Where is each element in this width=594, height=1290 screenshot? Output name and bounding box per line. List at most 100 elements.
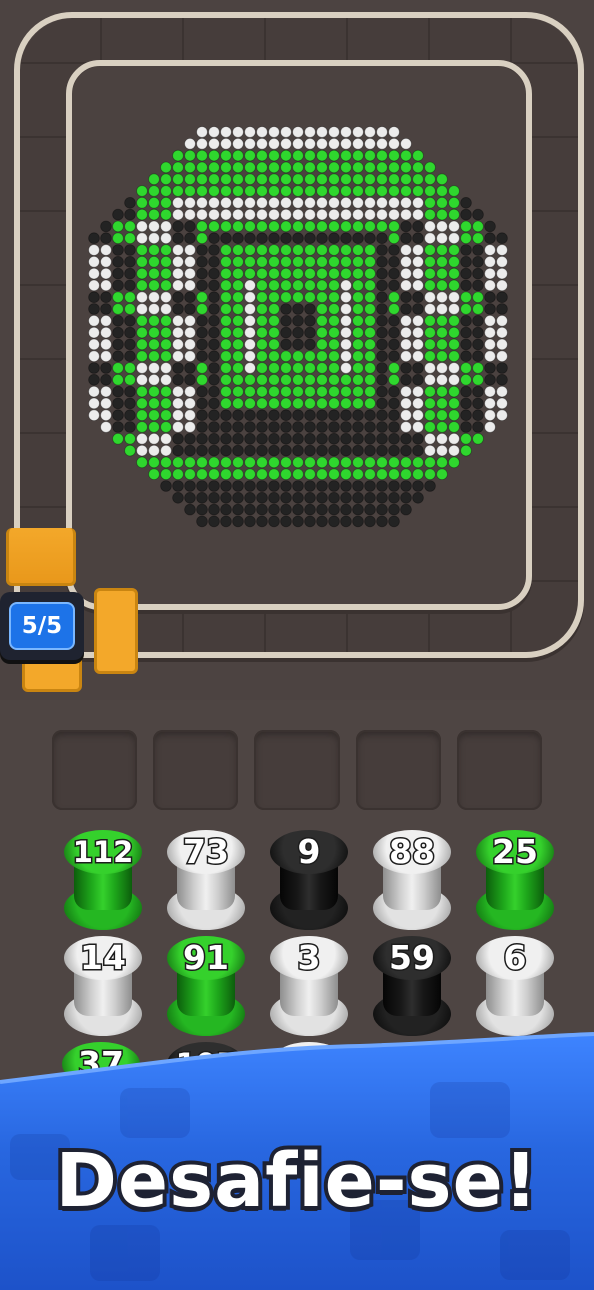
bead [88, 303, 100, 315]
bead [340, 503, 352, 516]
bead [160, 456, 172, 469]
spool[interactable]: 25 [474, 824, 556, 932]
bead [172, 326, 184, 339]
bead [112, 432, 124, 445]
spool[interactable]: 73 [165, 824, 247, 932]
bead [232, 385, 244, 398]
bead [388, 515, 400, 528]
bead [436, 220, 448, 233]
spool[interactable]: 88 [371, 824, 453, 932]
bead [220, 397, 232, 410]
bead [196, 291, 208, 304]
spool[interactable]: 112 [62, 824, 144, 932]
bead [268, 515, 280, 528]
bead [232, 279, 244, 292]
bead [196, 480, 208, 492]
empty-slot-5[interactable] [456, 730, 543, 810]
bead [400, 185, 412, 197]
bead [100, 279, 112, 292]
spool[interactable]: 91 [165, 930, 247, 1038]
bead [448, 232, 460, 244]
bead [112, 256, 124, 268]
bead [328, 149, 340, 162]
bead [292, 137, 304, 150]
bead [424, 456, 436, 469]
bead [88, 374, 100, 386]
bead [316, 208, 328, 221]
empty-slot-1[interactable] [52, 730, 138, 810]
bead [220, 149, 232, 162]
bead [316, 303, 328, 315]
bead [292, 409, 304, 422]
bead [352, 421, 364, 433]
spool[interactable]: 14 [62, 930, 144, 1038]
bead [196, 350, 208, 363]
bead [436, 208, 448, 221]
bead [352, 338, 364, 351]
bead [124, 432, 136, 445]
spool[interactable]: 9 [268, 824, 350, 932]
bead [256, 456, 268, 469]
bead [280, 244, 292, 256]
bead [328, 491, 340, 504]
spool-number: 91 [182, 938, 231, 977]
bead [196, 409, 208, 422]
spool[interactable]: 6 [474, 930, 556, 1038]
bead [280, 338, 292, 351]
bead [100, 315, 112, 327]
bead [148, 338, 160, 351]
bead [316, 444, 328, 457]
bead [388, 173, 400, 185]
bead [124, 315, 136, 327]
bead [352, 244, 364, 256]
bead [148, 173, 160, 185]
bead [316, 326, 328, 339]
bead [340, 315, 352, 327]
bead [472, 303, 484, 315]
bead [388, 456, 400, 469]
bead [196, 515, 208, 528]
spool[interactable]: 3 [268, 930, 350, 1038]
bead [268, 208, 280, 221]
bead [424, 480, 436, 492]
bead [124, 326, 136, 339]
bead [328, 338, 340, 351]
bead [376, 397, 388, 410]
bead [304, 232, 316, 244]
bead [304, 126, 316, 138]
bead [484, 303, 496, 315]
bead [448, 291, 460, 304]
bead [364, 197, 376, 209]
bead [424, 468, 436, 481]
bead [436, 421, 448, 433]
bead [352, 315, 364, 327]
bead [232, 409, 244, 422]
bead [268, 244, 280, 256]
bead [280, 137, 292, 150]
empty-slot-4[interactable] [355, 730, 441, 810]
bead [484, 362, 496, 374]
bead [232, 338, 244, 351]
bead [340, 208, 352, 221]
bead [172, 421, 184, 433]
bead [148, 232, 160, 244]
bead [184, 362, 196, 374]
bead [172, 197, 184, 209]
bead [328, 432, 340, 445]
bead [436, 303, 448, 315]
bead [328, 409, 340, 422]
bead [400, 468, 412, 481]
spool[interactable]: 59 [371, 930, 453, 1038]
empty-slot-2[interactable] [153, 730, 239, 810]
bead [208, 491, 220, 504]
bead [184, 338, 196, 351]
bead [328, 515, 340, 528]
empty-slot-3[interactable] [254, 730, 340, 810]
bead [172, 397, 184, 410]
bead [244, 303, 256, 315]
bead [364, 161, 376, 174]
bead [136, 397, 148, 410]
bead [388, 244, 400, 256]
bead [148, 350, 160, 363]
bead [412, 326, 424, 339]
